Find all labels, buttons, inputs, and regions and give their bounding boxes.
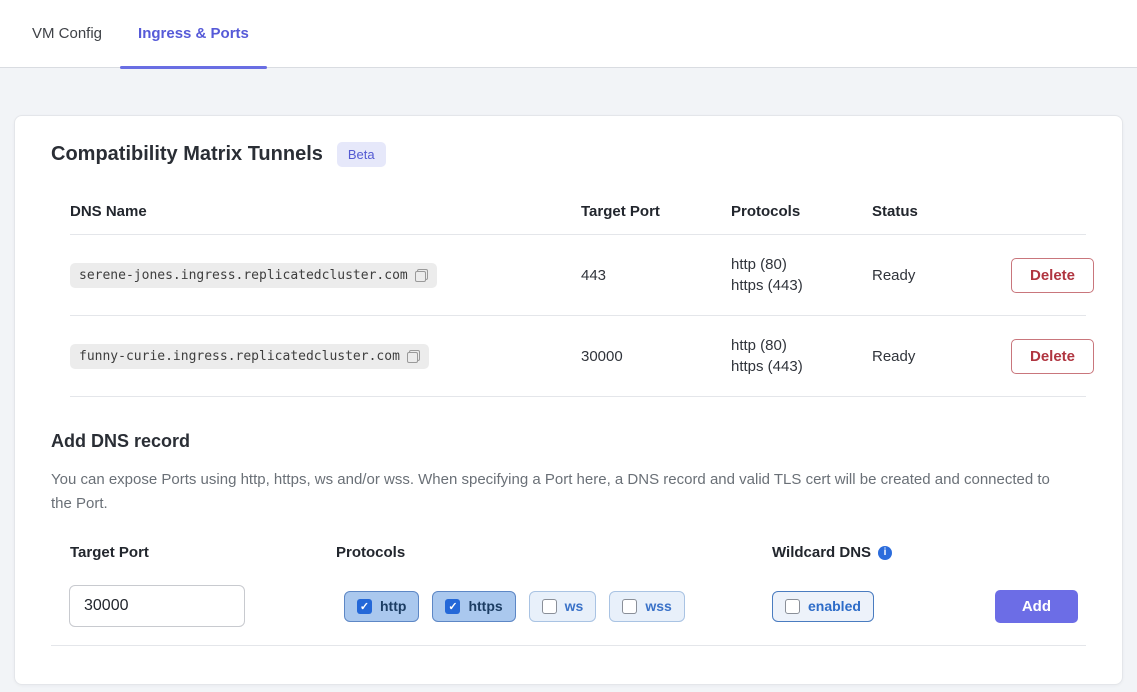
protocol-line: http (80) [731, 254, 872, 275]
tab-ingress-ports[interactable]: Ingress & Ports [120, 0, 267, 67]
card-bottom-divider [51, 645, 1086, 664]
copy-icon[interactable] [407, 350, 420, 363]
target-port-value: 443 [581, 267, 731, 284]
checkbox-box-icon: ✓ [357, 599, 372, 614]
checkbox-box-icon [542, 599, 557, 614]
tunnels-table: DNS Name Target Port Protocols Status se… [70, 189, 1086, 397]
protocol-checkbox-group: ✓ http ✓ https ws wss [344, 591, 772, 622]
dns-name-pill: funny-curie.ingress.replicatedcluster.co… [70, 344, 429, 369]
protocols-label: Protocols [336, 544, 772, 561]
tunnels-card: Compatibility Matrix Tunnels Beta DNS Na… [14, 115, 1123, 685]
beta-badge: Beta [337, 142, 386, 167]
wildcard-dns-label: Wildcard DNS [772, 544, 871, 561]
checkbox-box-icon: ✓ [445, 599, 460, 614]
target-port-input[interactable] [69, 585, 245, 627]
checkbox-label: https [468, 598, 502, 614]
table-row: serene-jones.ingress.replicatedcluster.c… [70, 235, 1086, 316]
column-header-protocols: Protocols [731, 203, 872, 220]
checkbox-wildcard-enabled[interactable]: enabled [772, 591, 874, 622]
protocol-line: http (80) [731, 335, 872, 356]
dns-name-pill: serene-jones.ingress.replicatedcluster.c… [70, 263, 437, 288]
status-value: Ready [872, 348, 1011, 365]
target-port-value: 30000 [581, 348, 731, 365]
checkbox-box-icon [785, 599, 800, 614]
add-button[interactable]: Add [995, 590, 1078, 623]
add-dns-record-description: You can expose Ports using http, https, … [51, 468, 1061, 516]
delete-button[interactable]: Delete [1011, 258, 1094, 293]
column-header-status: Status [872, 203, 1011, 220]
form-controls-row: ✓ http ✓ https ws wss enabled Add [70, 585, 1086, 627]
checkbox-https[interactable]: ✓ https [432, 591, 515, 622]
protocol-line: https (443) [731, 275, 872, 296]
checkbox-label: ws [565, 598, 584, 614]
target-port-label: Target Port [70, 544, 336, 561]
tab-vm-config[interactable]: VM Config [14, 0, 120, 67]
checkbox-box-icon [622, 599, 637, 614]
protocols-cell: http (80) https (443) [731, 335, 872, 377]
dns-name-text: funny-curie.ingress.replicatedcluster.co… [79, 349, 400, 364]
column-header-target-port: Target Port [581, 203, 731, 220]
checkbox-label: wss [645, 598, 671, 614]
checkbox-label: enabled [808, 598, 861, 614]
dns-name-text: serene-jones.ingress.replicatedcluster.c… [79, 268, 408, 283]
checkbox-http[interactable]: ✓ http [344, 591, 419, 622]
status-value: Ready [872, 267, 1011, 284]
table-header-row: DNS Name Target Port Protocols Status [70, 189, 1086, 235]
checkbox-wss[interactable]: wss [609, 591, 684, 622]
column-header-dns-name: DNS Name [70, 203, 581, 220]
info-icon[interactable]: i [878, 546, 892, 560]
form-labels-row: Target Port Protocols Wildcard DNS i [70, 544, 1086, 561]
tab-bar: VM Config Ingress & Ports [0, 0, 1137, 68]
copy-icon[interactable] [415, 269, 428, 282]
protocol-line: https (443) [731, 356, 872, 377]
table-row: funny-curie.ingress.replicatedcluster.co… [70, 316, 1086, 397]
checkbox-ws[interactable]: ws [529, 591, 597, 622]
checkbox-label: http [380, 598, 406, 614]
add-dns-record-title: Add DNS record [51, 431, 1086, 452]
protocols-cell: http (80) https (443) [731, 254, 872, 296]
card-title: Compatibility Matrix Tunnels [51, 143, 323, 166]
delete-button[interactable]: Delete [1011, 339, 1094, 374]
